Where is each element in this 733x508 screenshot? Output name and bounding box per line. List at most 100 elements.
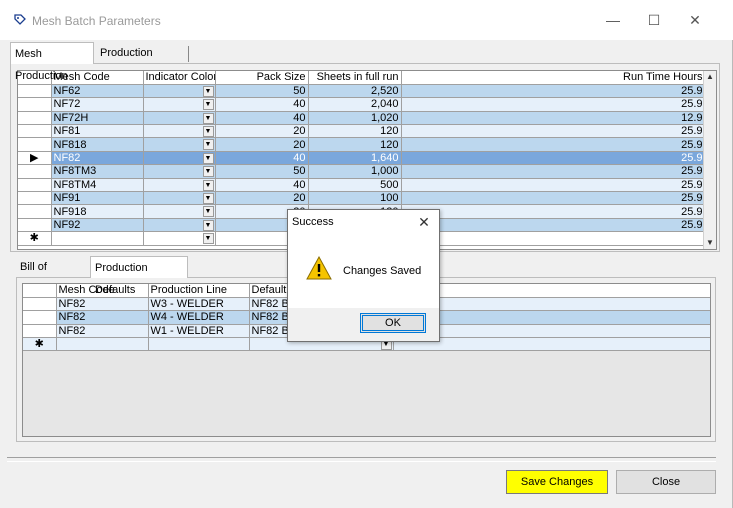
cell-run-time[interactable]: 25.9	[401, 164, 706, 179]
cell-pack-size[interactable]: 40	[215, 97, 309, 112]
cell-indicator-color[interactable]: ▼	[143, 204, 216, 219]
cell-mesh-code[interactable]: NF81	[51, 124, 144, 139]
close-window-button[interactable]: ✕	[675, 8, 715, 32]
row-selector[interactable]	[23, 310, 57, 325]
row-selector[interactable]	[18, 218, 52, 233]
row-selector[interactable]: ▶	[18, 151, 52, 166]
cell-mesh-code[interactable]: NF92	[51, 218, 144, 233]
cell-run-time[interactable]: 25.9	[401, 151, 706, 166]
col-header-pack-size[interactable]: Pack Size	[215, 71, 309, 85]
cell-run-time[interactable]	[401, 231, 706, 246]
scroll-up-icon[interactable]: ▲	[704, 71, 716, 83]
cell-mesh-code[interactable]: NF818	[51, 137, 144, 152]
cell-mesh-code[interactable]: NF82	[51, 151, 144, 166]
table-row[interactable]: ▶ NF82 ▼ 40 1,640 25.9	[18, 151, 706, 166]
cell-run-time[interactable]: 25.9	[401, 84, 706, 99]
cell-mesh-code[interactable]	[56, 337, 149, 352]
cell-extra[interactable]	[393, 337, 710, 352]
cell-pack-size[interactable]: 50	[215, 164, 309, 179]
tab-bill-of-materials[interactable]: Bill of Materials	[16, 258, 88, 291]
dialog-close-button[interactable]: ✕	[415, 213, 433, 231]
dropdown-arrow-icon[interactable]: ▼	[202, 126, 214, 137]
cell-indicator-color[interactable]: ▼	[143, 84, 216, 99]
table-row[interactable]: NF818 ▼ 20 120 25.9	[18, 137, 706, 152]
cell-pack-size[interactable]: 20	[215, 191, 309, 206]
dropdown-arrow-icon[interactable]: ▼	[202, 219, 214, 231]
cell-pack-size[interactable]: 40	[215, 151, 309, 166]
table-row[interactable]: NF81 ▼ 20 120 25.9	[18, 124, 706, 139]
dropdown-arrow-icon[interactable]: ▼	[202, 193, 214, 204]
row-selector[interactable]	[18, 191, 52, 206]
cell-run-time[interactable]: 25.9	[401, 97, 706, 112]
cell-sheets[interactable]: 1,020	[308, 111, 402, 126]
row-selector[interactable]	[18, 97, 52, 112]
cell-indicator-color[interactable]: ▼	[143, 218, 216, 233]
row-selector[interactable]	[18, 178, 52, 193]
cell-indicator-color[interactable]: ▼	[143, 137, 216, 152]
dropdown-arrow-icon[interactable]: ▼	[202, 179, 214, 191]
cell-mesh-code[interactable]	[51, 231, 144, 246]
table-row[interactable]: NF72 ▼ 40 2,040 25.9	[18, 97, 706, 112]
col-header-sheets[interactable]: Sheets in full run	[308, 71, 402, 85]
cell-mesh-code[interactable]: NF8TM4	[51, 178, 144, 193]
cell-sheets[interactable]: 100	[308, 191, 402, 206]
row-selector[interactable]	[18, 137, 52, 152]
row-selector[interactable]	[23, 324, 57, 339]
cell-sheets[interactable]: 2,040	[308, 97, 402, 112]
cell-pack-size[interactable]: 50	[215, 84, 309, 99]
cell-pack-size[interactable]: 20	[215, 137, 309, 152]
col-header-partial[interactable]: n	[393, 284, 710, 298]
table-row[interactable]: NF62 ▼ 50 2,520 25.9	[18, 84, 706, 99]
dropdown-arrow-icon[interactable]: ▼	[202, 85, 214, 97]
cell-sheets[interactable]: 1,000	[308, 164, 402, 179]
table-row[interactable]: NF72H ▼ 40 1,020 12.9	[18, 111, 706, 126]
minimize-button[interactable]: —	[593, 8, 633, 32]
ok-button[interactable]: OK	[360, 313, 426, 333]
cell-production-line[interactable]	[148, 337, 250, 352]
cell-sheets[interactable]: 500	[308, 178, 402, 193]
cell-run-time[interactable]: 25.9	[401, 124, 706, 139]
cell-mesh-code[interactable]: NF918	[51, 204, 144, 219]
cell-sheets[interactable]: 120	[308, 137, 402, 152]
table-row[interactable]: NF8TM4 ▼ 40 500 25.9	[18, 178, 706, 193]
cell-run-time[interactable]: 25.9	[401, 137, 706, 152]
scroll-down-icon[interactable]: ▼	[704, 237, 716, 249]
cell-mesh-code[interactable]: NF82	[56, 310, 149, 325]
cell-indicator-color[interactable]: ▼	[143, 191, 216, 206]
cell-indicator-color[interactable]: ▼	[143, 164, 216, 179]
cell-run-time[interactable]: 25.9	[401, 178, 706, 193]
dropdown-arrow-icon[interactable]: ▼	[202, 99, 214, 111]
col-header-production-line[interactable]: Production Line	[148, 284, 250, 298]
cell-run-time[interactable]: 25.9	[401, 218, 706, 233]
dropdown-arrow-icon[interactable]: ▼	[202, 206, 214, 218]
cell-mesh-code[interactable]: NF72	[51, 97, 144, 112]
close-button[interactable]: Close	[616, 470, 716, 494]
col-header-indicator-color[interactable]: Indicator Color	[143, 71, 216, 85]
tab-mesh-production[interactable]: Mesh Production	[10, 42, 94, 82]
dropdown-arrow-icon[interactable]: ▼	[202, 139, 214, 151]
cell-extra[interactable]	[393, 297, 710, 312]
cell-indicator-color[interactable]: ▼	[143, 151, 216, 166]
cell-production-line[interactable]: W1 - WELDER	[148, 324, 250, 339]
cell-run-time[interactable]: 25.9	[401, 204, 706, 219]
dropdown-arrow-icon[interactable]: ▼	[202, 112, 214, 124]
tab-production-defaults[interactable]: Production Defaults	[90, 256, 188, 296]
col-header-run-time[interactable]: Run Time Hours	[401, 71, 706, 85]
cell-indicator-color[interactable]: ▼	[143, 111, 216, 126]
cell-extra[interactable]	[393, 324, 710, 339]
cell-production-line[interactable]: W4 - WELDER	[148, 310, 250, 325]
row-selector[interactable]	[18, 164, 52, 179]
cell-pack-size[interactable]: 20	[215, 124, 309, 139]
cell-run-time[interactable]: 12.9	[401, 111, 706, 126]
cell-indicator-color[interactable]: ▼	[143, 178, 216, 193]
row-selector[interactable]	[18, 204, 52, 219]
cell-mesh-code[interactable]: NF72H	[51, 111, 144, 126]
cell-mesh-code[interactable]: NF8TM3	[51, 164, 144, 179]
row-selector[interactable]	[18, 111, 52, 126]
tab-production-centres[interactable]: Production Centres	[96, 44, 188, 77]
cell-indicator-color[interactable]: ▼	[143, 231, 216, 246]
row-selector[interactable]	[18, 124, 52, 139]
cell-pack-size[interactable]: 40	[215, 111, 309, 126]
mesh-grid-scrollbar[interactable]: ▲ ▼	[703, 71, 716, 249]
cell-mesh-code[interactable]: NF91	[51, 191, 144, 206]
